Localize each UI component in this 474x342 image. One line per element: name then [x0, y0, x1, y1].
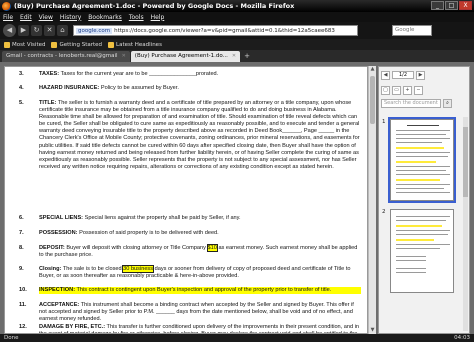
thumbnail-number: 1	[382, 119, 386, 125]
page-thumbnail-2[interactable]	[390, 209, 454, 293]
scroll-down-arrow-icon[interactable]: ▼	[369, 327, 376, 334]
back-arrow-icon[interactable]: ◀	[3, 24, 16, 37]
close-button[interactable]: X	[459, 1, 472, 10]
search-icon[interactable]: ⌕	[443, 99, 452, 108]
highlighted-closing-days: 30 business	[122, 265, 155, 273]
clause-inspection: 10. INSPECTION: This contract is conting…	[19, 287, 361, 295]
bookmark-getting-started[interactable]: Getting Started	[51, 41, 102, 48]
fit-page-icon[interactable]: ▢	[381, 86, 390, 95]
page-indicator[interactable]: 1/2	[392, 71, 414, 79]
scroll-up-arrow-icon[interactable]: ▲	[369, 66, 376, 73]
clause-title: 5. TITLE: The seller is to furnish a war…	[19, 100, 360, 170]
forward-arrow-icon[interactable]: ▶	[18, 25, 29, 36]
window-titlebar: (Buy) Purchase Agreement-1.doc - Powered…	[0, 0, 474, 12]
search-document-input[interactable]: Search the document	[381, 99, 441, 108]
zoom-in-icon[interactable]: +	[403, 86, 412, 95]
rss-feed-icon	[108, 41, 115, 48]
highlighted-deposit-amount: $10	[206, 244, 218, 252]
menu-bookmarks[interactable]: Bookmarks	[88, 14, 122, 21]
clause-damage-by-fire: 12. DAMAGE BY FIRE, ETC.: This transfer …	[19, 324, 360, 333]
bookmark-most-visited[interactable]: Most Visited	[4, 41, 45, 48]
window-title: (Buy) Purchase Agreement-1.doc - Powered…	[14, 2, 295, 10]
menu-bar: File Edit View History Bookmarks Tools H…	[0, 12, 474, 22]
zoom-controls: ▢ ▭ + −	[381, 86, 423, 95]
navigation-toolbar: ◀ ▶ ↻ ✕ ⌂ google.com https://docs.google…	[0, 22, 474, 39]
close-tab-icon[interactable]: ✕	[232, 51, 236, 62]
bookmarks-toolbar: Most Visited Getting Started Latest Head…	[0, 39, 474, 50]
viewer-side-panel: ◀ 1/2 ▶ ▢ ▭ + − Search the document ⌕ 1	[378, 66, 470, 334]
zoom-out-icon[interactable]: −	[414, 86, 423, 95]
page-thumbnail-1[interactable]	[388, 117, 456, 203]
menu-file[interactable]: File	[3, 14, 13, 21]
new-tab-button[interactable]: +	[241, 51, 253, 62]
url-text[interactable]: https://docs.google.com/viewer?a=v&pid=g…	[114, 28, 335, 34]
document-scroll-thumb[interactable]	[370, 76, 375, 124]
page-navigator: ◀ 1/2 ▶	[381, 70, 469, 80]
fit-width-icon[interactable]: ▭	[392, 86, 401, 95]
clause-deposit: 8. DEPOSIT: Buyer will deposit with clos…	[19, 244, 358, 259]
status-bar: Done 04:03	[0, 334, 474, 342]
menu-edit[interactable]: Edit	[20, 14, 32, 21]
tab-gmail[interactable]: Gmail - contracts - lenoberts.real@gmail…	[2, 51, 130, 62]
bookmark-latest-headlines[interactable]: Latest Headlines	[108, 41, 162, 48]
previous-page-icon[interactable]: ◀	[381, 70, 390, 80]
menu-view[interactable]: View	[39, 14, 53, 21]
web-search-input[interactable]: Google	[392, 25, 432, 36]
bookmark-icon	[51, 41, 58, 48]
status-text: Done	[4, 335, 19, 341]
close-tab-icon[interactable]: ✕	[122, 51, 126, 62]
document-page: 3. TAXES: Taxes for the current year are…	[4, 66, 368, 334]
menu-help[interactable]: Help	[151, 14, 165, 21]
url-bar[interactable]: google.com https://docs.google.com/viewe…	[73, 25, 358, 36]
minimize-button[interactable]: _	[431, 1, 444, 10]
thumbnail-number: 2	[382, 209, 386, 215]
window-controls: _ □ X	[431, 1, 472, 10]
stop-icon[interactable]: ✕	[44, 25, 55, 36]
clause-closing: 9. Closing: The sale is to be closed 30 …	[19, 265, 351, 280]
menu-tools[interactable]: Tools	[129, 14, 144, 21]
reload-icon[interactable]: ↻	[31, 25, 42, 36]
tab-purchase-agreement[interactable]: (Buy) Purchase Agreement-1.do... ✕	[130, 51, 241, 62]
menu-history[interactable]: History	[60, 14, 81, 21]
tab-strip: Gmail - contracts - lenoberts.real@gmail…	[0, 50, 474, 62]
page-content: 3. TAXES: Taxes for the current year are…	[0, 62, 474, 334]
clause-special-liens: 6. SPECIAL LIENS: Special liens against …	[19, 215, 241, 221]
thumbnail-scroll-thumb[interactable]	[463, 127, 468, 197]
clock-readout: 04:03	[454, 335, 470, 341]
home-icon[interactable]: ⌂	[57, 25, 68, 36]
clause-hazard-insurance: 4. HAZARD INSURANCE: Policy to be assume…	[19, 85, 179, 91]
clause-possession: 7. POSSESSION: Possession of said proper…	[19, 230, 219, 236]
thumbnail-scrollbar[interactable]	[463, 117, 468, 331]
document-scrollbar[interactable]: ▲ ▼	[368, 66, 376, 334]
maximize-button[interactable]: □	[445, 1, 458, 10]
next-page-icon[interactable]: ▶	[416, 70, 425, 80]
highlighted-inspection-text: INSPECTION: This contract is contingent …	[39, 287, 361, 295]
site-identity-badge[interactable]: google.com	[76, 27, 113, 34]
firefox-icon	[2, 1, 11, 11]
clause-taxes: 3. TAXES: Taxes for the current year are…	[19, 71, 219, 77]
bookmark-icon	[4, 41, 10, 48]
clause-acceptance: 11. ACCEPTANCE: This instrument shall be…	[19, 302, 354, 323]
